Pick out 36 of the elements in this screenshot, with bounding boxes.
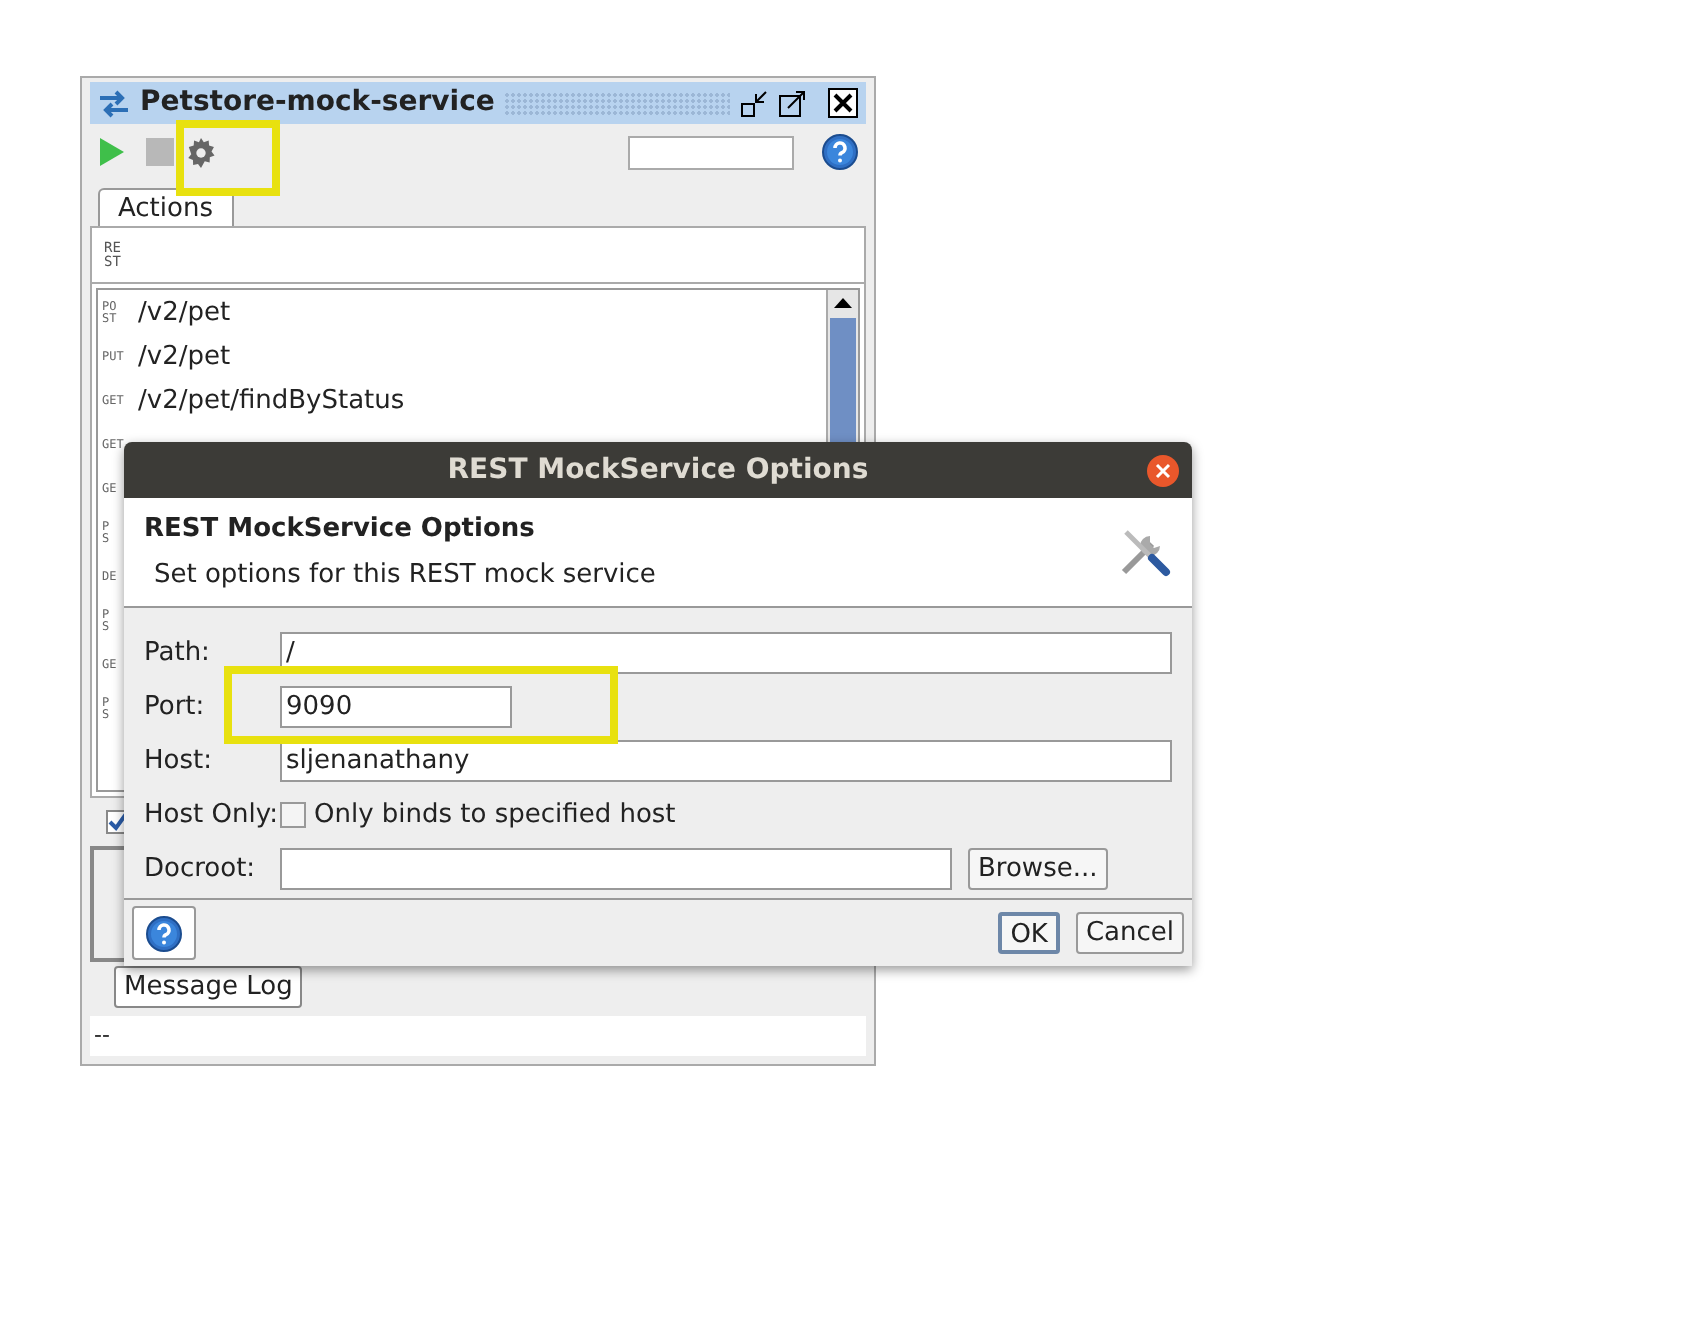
- browse-button[interactable]: Browse...: [968, 848, 1108, 890]
- status-text: --: [94, 1019, 110, 1052]
- tools-icon: [1116, 524, 1172, 580]
- dialog-button[interactable]: Cancel: [1075, 912, 1184, 954]
- highlight-frame: [176, 120, 280, 196]
- field-label: Path:: [144, 635, 212, 672]
- text-field[interactable]: [280, 848, 952, 890]
- dialog-button[interactable]: OK: [998, 912, 1060, 954]
- text-field[interactable]: 9090: [280, 686, 512, 728]
- tab[interactable]: Message Log: [114, 966, 303, 1008]
- field-label: Host Only:: [144, 797, 280, 834]
- search-field[interactable]: [628, 135, 794, 169]
- action-path: /v2/pet/findByStatus: [138, 384, 405, 421]
- minimize-icon[interactable]: [740, 89, 768, 117]
- help-button[interactable]: [132, 906, 196, 960]
- window-title: Petstore-mock-service: [140, 84, 495, 122]
- checkbox-label: Only binds to specified host: [314, 797, 676, 834]
- action-path: /v2/pet: [138, 340, 231, 377]
- gear-icon[interactable]: [186, 137, 216, 167]
- dialog-heading: REST MockService Options: [144, 512, 537, 548]
- action-path: /v2/pet: [138, 296, 231, 333]
- field-label: Port:: [144, 689, 207, 726]
- field-label: Docroot:: [144, 851, 258, 888]
- text-field[interactable]: sljenanathany: [280, 740, 1172, 782]
- tab[interactable]: Actions: [98, 188, 233, 226]
- help-icon[interactable]: [146, 915, 182, 951]
- text-field[interactable]: /: [280, 632, 1172, 674]
- help-icon[interactable]: [822, 134, 858, 170]
- close-icon[interactable]: [828, 88, 858, 118]
- close-icon[interactable]: [1146, 454, 1180, 488]
- maximize-icon[interactable]: [778, 89, 806, 117]
- checkbox[interactable]: [280, 802, 306, 828]
- dialog-title: REST MockService Options: [447, 451, 869, 489]
- swap-arrows-icon: [98, 89, 130, 117]
- dialog-subtitle: Set options for this REST mock service: [152, 557, 658, 593]
- field-label: Host:: [144, 743, 214, 780]
